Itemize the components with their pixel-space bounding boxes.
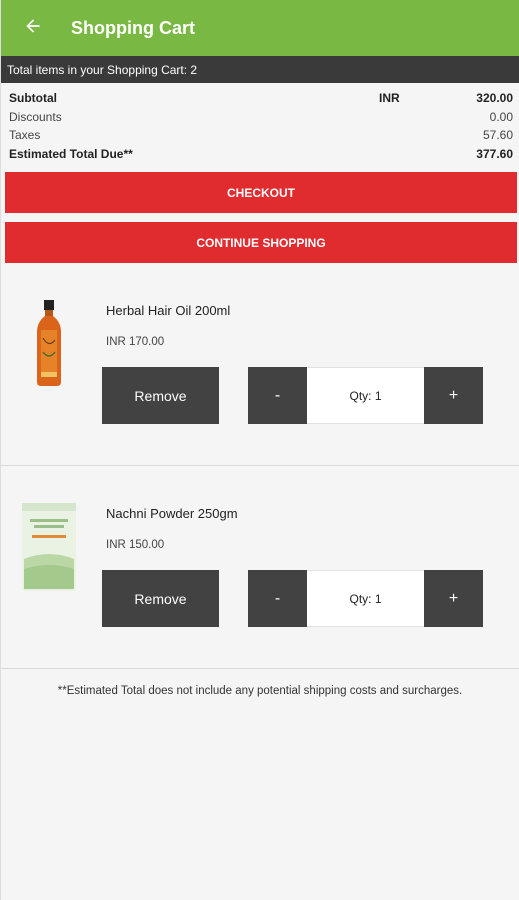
- back-button[interactable]: [1, 0, 65, 56]
- taxes-row: Taxes 57.60: [9, 126, 513, 145]
- app-bar: Shopping Cart: [1, 0, 519, 56]
- increase-qty-button[interactable]: +: [424, 570, 483, 627]
- cart-item: Nachni Powder 250gm INR 150.00 Remove - …: [1, 466, 519, 669]
- order-summary: Subtotal INR 320.00 Discounts 0.00 Taxes…: [1, 83, 519, 163]
- subtotal-label: Subtotal: [9, 91, 57, 105]
- item-name: Nachni Powder 250gm: [106, 506, 238, 521]
- subtotal-row: Subtotal INR 320.00: [9, 89, 513, 108]
- item-price: INR 150.00: [106, 539, 165, 551]
- cart-items: Herbal Hair Oil 200ml INR 170.00 Remove …: [1, 263, 519, 669]
- nachni-powder-pouch-image: [19, 502, 79, 592]
- decrease-qty-button[interactable]: -: [248, 367, 307, 424]
- discounts-row: Discounts 0.00: [9, 108, 513, 127]
- remove-button[interactable]: Remove: [102, 367, 219, 424]
- increase-qty-button[interactable]: +: [424, 367, 483, 424]
- page-title: Shopping Cart: [71, 17, 195, 38]
- checkout-button[interactable]: CHECKOUT: [5, 172, 517, 213]
- currency-label: INR: [379, 91, 400, 105]
- quantity-display: Qty: 1: [307, 367, 424, 424]
- shipping-footnote: **Estimated Total does not include any p…: [57, 685, 463, 697]
- total-row: Estimated Total Due** 377.60: [9, 145, 513, 164]
- continue-shopping-button[interactable]: CONTINUE SHOPPING: [5, 222, 517, 263]
- subtotal-value: 320.00: [476, 91, 513, 105]
- discounts-label: Discounts: [9, 109, 62, 124]
- arrow-left-icon: [23, 16, 43, 41]
- taxes-value: 57.60: [482, 128, 513, 142]
- cart-count-bar: Total items in your Shopping Cart: 2: [1, 56, 519, 83]
- decrease-qty-button[interactable]: -: [248, 570, 307, 627]
- total-value: 377.60: [476, 146, 513, 161]
- item-name: Herbal Hair Oil 200ml: [106, 303, 231, 318]
- item-price: INR 170.00: [106, 336, 165, 348]
- taxes-label: Taxes: [9, 128, 41, 142]
- discounts-value: 0.00: [489, 109, 513, 124]
- cart-count-text: Total items in your Shopping Cart: 2: [7, 62, 198, 77]
- cart-item: Herbal Hair Oil 200ml INR 170.00 Remove …: [1, 263, 519, 466]
- total-label: Estimated Total Due**: [9, 146, 133, 161]
- quantity-display: Qty: 1: [307, 570, 424, 627]
- remove-button[interactable]: Remove: [102, 570, 219, 627]
- hair-oil-bottle-image: [19, 299, 79, 389]
